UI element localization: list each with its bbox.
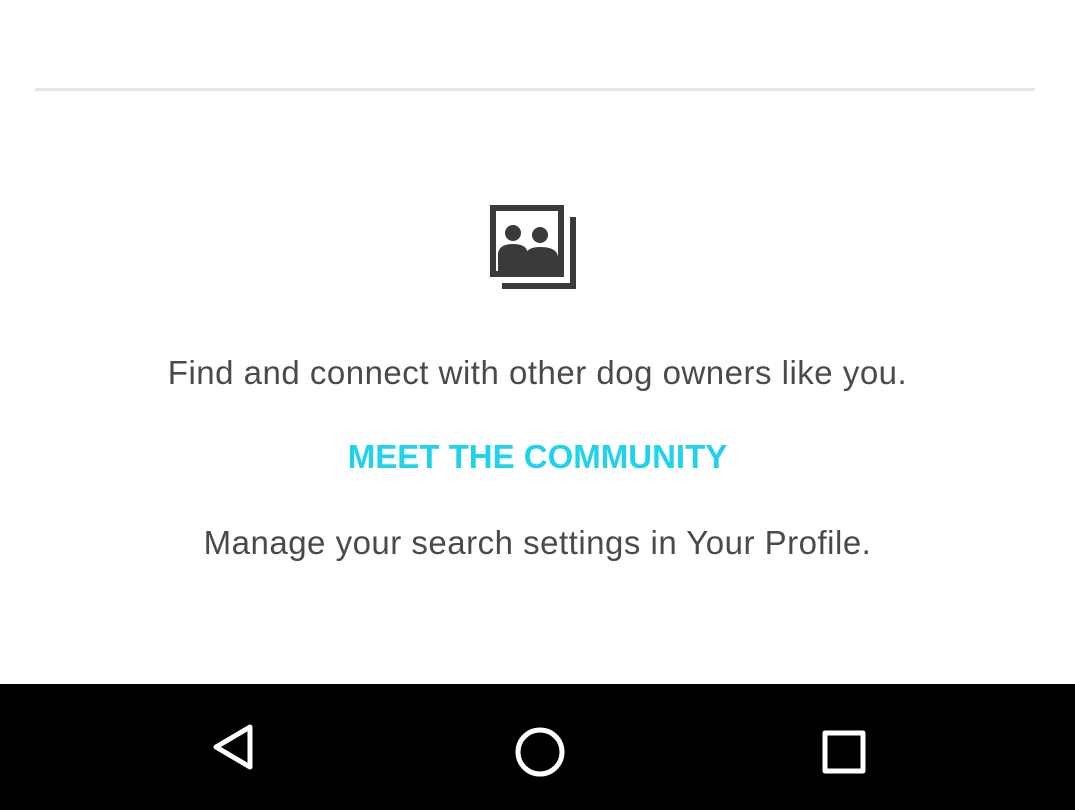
app-screen: Find and connect with other dog owners l…	[0, 0, 1075, 810]
nav-back-button[interactable]	[199, 712, 269, 782]
content-area: Find and connect with other dog owners l…	[0, 0, 1075, 684]
recents-square-icon	[822, 730, 866, 774]
nav-home-button[interactable]	[500, 712, 570, 782]
photo-library-people-icon	[488, 203, 582, 295]
header-divider	[35, 88, 1035, 91]
back-triangle-icon	[213, 724, 253, 770]
search-settings-hint: Manage your search settings in Your Prof…	[203, 524, 872, 561]
empty-state-message: Find and connect with other dog owners l…	[167, 354, 908, 391]
home-circle-icon	[515, 727, 565, 777]
nav-recents-button[interactable]	[804, 712, 874, 782]
meet-community-button[interactable]: MEET THE COMMUNITY	[0, 434, 1075, 480]
system-navigation-bar	[0, 684, 1075, 810]
